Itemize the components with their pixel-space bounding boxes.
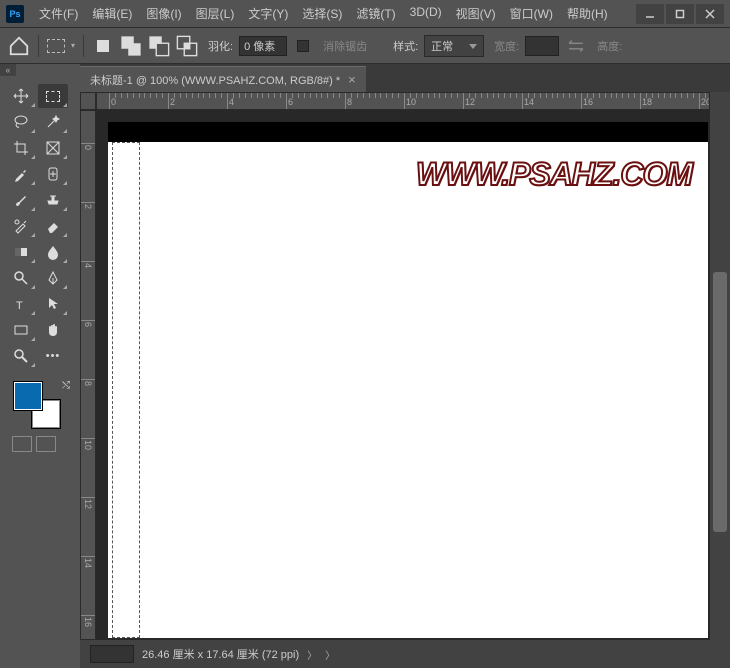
eraser-tool[interactable]	[38, 214, 68, 238]
document-tab-title: 未标题-1 @ 100% (WWW.PSAHZ.COM, RGB/8#) *	[90, 72, 340, 88]
hand-tool[interactable]	[38, 318, 68, 342]
svg-text:T: T	[16, 300, 23, 312]
feather-input[interactable]	[239, 36, 287, 56]
feather-label: 羽化:	[208, 38, 233, 54]
toolbox: T ••• ⤭	[4, 80, 70, 456]
status-bar: 26.46 厘米 x 17.64 厘米 (72 ppi) 〉 〉	[80, 640, 730, 668]
zoom-field[interactable]	[90, 645, 134, 663]
menu-视图[interactable]: 视图(V)	[449, 1, 503, 26]
swap-wh-icon[interactable]	[565, 35, 587, 57]
menu-窗口[interactable]: 窗口(W)	[503, 1, 560, 26]
menu-编辑[interactable]: 编辑(E)	[85, 1, 139, 26]
status-chevron-icon[interactable]: 〉	[307, 647, 317, 662]
brush-tool[interactable]	[6, 188, 36, 212]
menu-3d[interactable]: 3D(D)	[403, 1, 449, 26]
menu-文字[interactable]: 文字(Y)	[241, 1, 295, 26]
canvas-area[interactable]: WWW.PSAHZ.COM	[96, 110, 710, 640]
document-tab[interactable]: 未标题-1 @ 100% (WWW.PSAHZ.COM, RGB/8#) * ×	[80, 66, 366, 92]
options-bar: ▾ 羽化: 消除锯齿 样式: 正常 宽度: 高度:	[0, 28, 730, 64]
quickmask-mode-icon[interactable]	[36, 436, 56, 452]
blur-tool[interactable]	[38, 240, 68, 264]
marquee-tool[interactable]	[38, 84, 68, 108]
scrollbar-thumb[interactable]	[713, 272, 727, 532]
style-select[interactable]: 正常	[424, 35, 484, 57]
window-controls	[636, 4, 724, 24]
move-tool[interactable]	[6, 84, 36, 108]
tool-preset-marquee-icon[interactable]	[47, 39, 65, 53]
menu-host: 文件(F)编辑(E)图像(I)图层(L)文字(Y)选择(S)滤镜(T)3D(D)…	[32, 1, 615, 26]
ruler-vertical[interactable]: 0246810121416	[80, 110, 96, 640]
path-selection-tool[interactable]	[38, 292, 68, 316]
width-label: 宽度:	[494, 38, 519, 54]
frame-tool[interactable]	[38, 136, 68, 160]
artboard: WWW.PSAHZ.COM	[108, 122, 708, 638]
menu-bar: Ps 文件(F)编辑(E)图像(I)图层(L)文字(Y)选择(S)滤镜(T)3D…	[0, 0, 730, 28]
new-selection-icon[interactable]	[92, 35, 114, 57]
type-tool[interactable]: T	[6, 292, 36, 316]
canvas[interactable]: WWW.PSAHZ.COM	[108, 142, 708, 638]
healing-brush-tool[interactable]	[38, 162, 68, 186]
status-chevron-icon[interactable]: 〉	[325, 647, 335, 662]
pen-tool[interactable]	[38, 266, 68, 290]
rectangle-tool[interactable]	[6, 318, 36, 342]
style-label: 样式:	[393, 38, 418, 54]
subtract-selection-icon[interactable]	[148, 35, 170, 57]
status-dimensions: 26.46 厘米 x 17.64 厘米 (72 ppi)	[142, 646, 299, 662]
menu-图层[interactable]: 图层(L)	[189, 1, 242, 26]
foreground-color[interactable]	[14, 382, 42, 410]
maximize-button[interactable]	[666, 4, 694, 24]
collapse-panels-icon[interactable]: «	[0, 64, 16, 76]
dodge-tool[interactable]	[6, 266, 36, 290]
scrollbar-vertical[interactable]	[710, 92, 730, 640]
document-tabs: 未标题-1 @ 100% (WWW.PSAHZ.COM, RGB/8#) * ×	[80, 64, 730, 92]
app-logo: Ps	[6, 5, 24, 23]
ruler-horizontal[interactable]: 02468101214161820	[96, 92, 710, 110]
antialias-label: 消除锯齿	[323, 38, 367, 54]
zoom-tool[interactable]	[6, 344, 36, 368]
swap-colors-icon[interactable]: ⤭	[62, 380, 70, 391]
marquee-selection[interactable]	[112, 142, 140, 638]
gradient-tool[interactable]	[6, 240, 36, 264]
crop-tool[interactable]	[6, 136, 36, 160]
menu-选择[interactable]: 选择(S)	[295, 1, 349, 26]
height-label: 高度:	[597, 38, 622, 54]
close-button[interactable]	[696, 4, 724, 24]
menu-滤镜[interactable]: 滤镜(T)	[349, 1, 402, 26]
intersect-selection-icon[interactable]	[176, 35, 198, 57]
standard-mode-icon[interactable]	[12, 436, 32, 452]
minimize-button[interactable]	[636, 4, 664, 24]
width-input	[525, 36, 559, 56]
color-swatches: ⤭	[14, 382, 64, 426]
add-selection-icon[interactable]	[120, 35, 142, 57]
close-tab-icon[interactable]: ×	[348, 72, 356, 87]
eyedropper-tool[interactable]	[6, 162, 36, 186]
clone-stamp-tool[interactable]	[38, 188, 68, 212]
watermark-text: WWW.PSAHZ.COM	[416, 156, 692, 193]
ruler-origin[interactable]	[80, 92, 96, 110]
menu-帮助[interactable]: 帮助(H)	[560, 1, 615, 26]
magic-wand-tool[interactable]	[38, 110, 68, 134]
menu-图像[interactable]: 图像(I)	[139, 1, 188, 26]
edit-toolbar-icon[interactable]: •••	[38, 344, 68, 368]
home-icon[interactable]	[8, 35, 30, 57]
lasso-tool[interactable]	[6, 110, 36, 134]
menu-文件[interactable]: 文件(F)	[32, 1, 85, 26]
antialias-checkbox	[297, 40, 309, 52]
history-brush-tool[interactable]	[6, 214, 36, 238]
